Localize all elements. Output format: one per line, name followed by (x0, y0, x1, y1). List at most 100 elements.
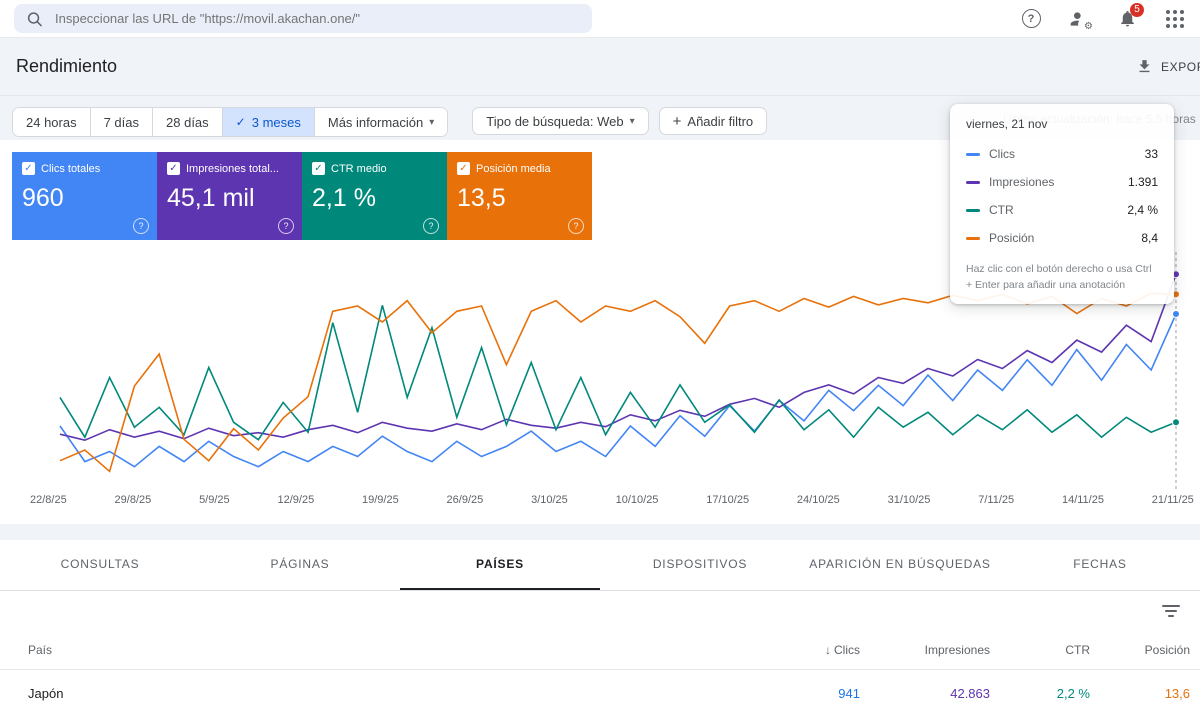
filter-chip-3-meses[interactable]: ✓ 3 meses (221, 108, 314, 136)
table-row[interactable]: Japón 941 42.863 2,2 % 13,6 (0, 670, 1200, 715)
filter-list-icon[interactable] (1162, 604, 1180, 618)
tooltip-metric-value: 2,4 % (1127, 203, 1158, 217)
export-label: EXPORTAR (1161, 59, 1200, 74)
sort-desc-icon: ↓ (825, 643, 831, 657)
metric-value: 960 (22, 184, 64, 212)
metric-value: 13,5 (457, 184, 506, 212)
tab-páginas[interactable]: PÁGINAS (200, 540, 400, 590)
x-axis-tick: 26/9/25 (446, 494, 484, 506)
metric-help-icon[interactable]: ? (423, 218, 439, 234)
tooltip-date: viernes, 21 nov (966, 117, 1048, 131)
metric-help-icon[interactable]: ? (278, 218, 294, 234)
tab-consultas[interactable]: CONSULTAS (0, 540, 200, 590)
tab-aparición-en-búsquedas[interactable]: APARICIÓN EN BÚSQUEDAS (800, 540, 1000, 590)
tooltip-metric-value: 8,4 (1141, 231, 1158, 245)
metric-value: 45,1 mil (167, 184, 255, 212)
topbar-actions: ? ⚙ 5 (1020, 2, 1186, 32)
filter-chip-más-información[interactable]: Más información ▾ (313, 108, 448, 136)
filter-chip-28-días[interactable]: 28 días (152, 108, 222, 136)
series-point-ctr (1171, 418, 1180, 427)
query-filter-group: Tipo de búsqueda: Web ▾ + Añadir filtro (472, 107, 768, 137)
check-icon: ✓ (459, 162, 468, 174)
metric-label: Posición media (476, 162, 551, 175)
x-axis-tick: 22/8/25 (30, 494, 67, 506)
download-icon (1139, 60, 1150, 73)
tooltip-row: Impresiones 1.391 (966, 168, 1158, 196)
column-header-clics[interactable]: ↓ Clics (720, 643, 860, 657)
column-header-impresiones[interactable]: Impresiones (860, 643, 990, 657)
chevron-down-icon: ▾ (629, 115, 635, 127)
x-axis-tick: 24/10/25 (796, 494, 840, 506)
top-app-bar: ? ⚙ 5 (0, 0, 1200, 38)
column-header-posición[interactable]: Posición (1090, 643, 1190, 657)
column-header-país[interactable]: País (28, 643, 720, 657)
check-icon: ✓ (24, 162, 33, 174)
tooltip-metric-value: 1.391 (1127, 175, 1158, 189)
series-point-clics (1171, 310, 1180, 318)
metric-label: Impresiones total... (186, 162, 279, 175)
notification-badge: 5 (1130, 2, 1144, 17)
metric-help-icon[interactable]: ? (133, 218, 149, 234)
tooltip-metric-label: CTR (989, 203, 1014, 217)
x-axis-tick: 17/10/25 (706, 494, 750, 506)
tooltip-metric-label: Impresiones (989, 175, 1055, 189)
tab-dispositivos[interactable]: DISPOSITIVOS (600, 540, 800, 590)
table-toolbar (0, 591, 1200, 631)
notifications-bell-icon[interactable]: 5 (1116, 2, 1144, 30)
date-range-group: 24 horas 7 días 28 días ✓ 3 meses Más informa… (12, 107, 449, 137)
x-axis-tick: 31/10/25 (887, 494, 931, 506)
series-line-icon (966, 152, 980, 156)
tab-países[interactable]: PAÍSES (400, 540, 600, 590)
metric-label: Clics totales (41, 162, 101, 175)
apps-grid-icon[interactable] (1164, 8, 1186, 30)
page-title: Rendimiento (16, 56, 118, 76)
tooltip-metric-label: Clics (989, 147, 1015, 161)
gear-icon: ⚙ (1084, 20, 1093, 32)
series-line-icon (966, 208, 980, 212)
add-filter-button[interactable]: + Añadir filtro (658, 107, 768, 135)
export-button[interactable]: EXPORTAR (1136, 58, 1200, 75)
column-header-ctr[interactable]: CTR (990, 643, 1090, 657)
dimension-tabs: CONSULTAS PÁGINAS PAÍSES DISPOSITIVOS APARIC… (0, 540, 1200, 591)
cell-ctr: 2,2 % (1056, 685, 1090, 701)
tab-fechas[interactable]: FECHAS (1000, 540, 1200, 590)
page-header: Rendimiento EXPORTAR (0, 38, 1200, 96)
help-icon[interactable]: ? (1020, 8, 1042, 30)
x-axis-tick: 10/10/25 (615, 494, 659, 506)
metric-checkbox[interactable]: ✓ (457, 162, 470, 175)
metric-card[interactable]: ✓ Impresiones total... 45,1 mil ? (157, 152, 302, 240)
tooltip-row: Posición 8,4 (966, 224, 1158, 252)
check-icon: ✓ (314, 162, 323, 174)
x-axis-tick: 7/11/25 (978, 494, 1015, 506)
dimensions-table-card: CONSULTAS PÁGINAS PAÍSES DISPOSITIVOS APARIC… (0, 540, 1200, 715)
metric-help-icon[interactable]: ? (568, 218, 584, 234)
table-body: Japón 941 42.863 2,2 % 13,6 (0, 670, 1200, 715)
metric-label: CTR medio (331, 162, 387, 175)
metric-card[interactable]: ✓ Clics totales 960 ? (12, 152, 157, 240)
metric-checkbox[interactable]: ✓ (22, 162, 35, 175)
check-icon: ✓ (169, 162, 178, 174)
metric-checkbox[interactable]: ✓ (312, 162, 325, 175)
x-axis-labels: 22/8/25 29/8/25 5/9/25 12/9/25 19/9/25 26/9/2… (30, 494, 1194, 506)
metric-card[interactable]: ✓ Posición media 13,5 ? (447, 152, 592, 240)
series-line-icon (966, 236, 980, 240)
series-line-ctr (59, 305, 1177, 441)
series-line-clics (59, 313, 1177, 468)
url-inspect-box[interactable] (14, 4, 592, 33)
cell-posición: 13,6 (1164, 685, 1190, 701)
search-console-performance-page: ? ⚙ 5 Rendimiento (0, 0, 1200, 715)
filter-chip-24-horas[interactable]: 24 horas (13, 108, 90, 136)
user-settings-icon[interactable]: ⚙ (1068, 8, 1093, 32)
metric-card[interactable]: ✓ CTR medio 2,1 % ? (302, 152, 447, 240)
x-axis-tick: 5/9/25 (199, 494, 230, 506)
cell-clics: 941 (838, 685, 860, 701)
filter-chip-7-días[interactable]: 7 días (89, 108, 153, 136)
x-axis-tick: 29/8/25 (114, 494, 152, 506)
tooltip-rows: Clics 33 Impresiones 1.391 CTR 2,4 % Posición 8… (966, 140, 1158, 252)
chart-tooltip: viernes, 21 nov Clics 33 Impresiones 1.391 C… (950, 104, 1174, 304)
url-inspect-input[interactable] (53, 10, 580, 27)
metric-checkbox[interactable]: ✓ (167, 162, 180, 175)
tooltip-metric-value: 33 (1144, 147, 1158, 161)
search-type-dropdown[interactable]: Tipo de búsqueda: Web ▾ (472, 107, 649, 135)
plus-icon: + (672, 112, 682, 130)
